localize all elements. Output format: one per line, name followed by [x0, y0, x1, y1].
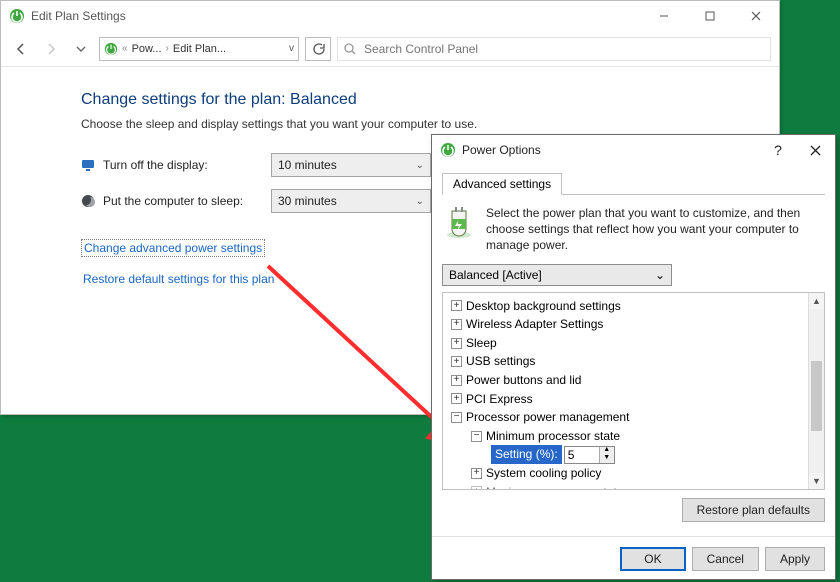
- recent-locations-button[interactable]: [69, 37, 93, 61]
- window-title: Edit Plan Settings: [31, 9, 126, 23]
- forward-button[interactable]: [39, 37, 63, 61]
- tree-item[interactable]: +USB settings: [445, 352, 806, 371]
- refresh-button[interactable]: [305, 37, 331, 61]
- expand-icon[interactable]: +: [451, 338, 462, 349]
- expand-icon[interactable]: +: [471, 468, 482, 479]
- power-plan-select[interactable]: Balanced [Active] ⌄: [442, 264, 672, 286]
- setting-label: Setting (%):: [491, 445, 562, 464]
- chevron-down-icon: ⌄: [416, 196, 424, 207]
- tree-item-setting: Setting (%): ▲ ▼: [445, 445, 806, 464]
- chevron-down-icon: ⌄: [655, 268, 665, 282]
- dialog-description-text: Select the power plan that you want to c…: [486, 205, 825, 254]
- scroll-thumb[interactable]: [811, 361, 822, 431]
- titlebar: Edit Plan Settings: [1, 1, 779, 31]
- search-input[interactable]: [362, 41, 764, 57]
- search-icon: [344, 43, 356, 55]
- setting-spinner[interactable]: ▲ ▼: [564, 446, 615, 464]
- expand-icon[interactable]: +: [451, 393, 462, 404]
- tree-item[interactable]: +Wireless Adapter Settings: [445, 315, 806, 334]
- settings-tree: +Desktop background settings +Wireless A…: [442, 292, 825, 490]
- dialog-footer: OK Cancel Apply: [432, 536, 835, 581]
- page-heading: Change settings for the plan: Balanced: [81, 91, 779, 109]
- close-button[interactable]: [733, 1, 779, 31]
- tree-item[interactable]: +Maximum processor state: [445, 483, 806, 489]
- turn-off-display-select[interactable]: 10 minutes ⌄: [271, 153, 431, 177]
- expand-icon[interactable]: +: [451, 375, 462, 386]
- display-icon: [81, 158, 95, 172]
- chevron-right-icon: ›: [166, 43, 169, 54]
- tree-item[interactable]: +Sleep: [445, 334, 806, 353]
- spinner-down-button[interactable]: ▼: [600, 455, 614, 463]
- dialog-body: Advanced settings Select the power plan …: [432, 165, 835, 536]
- address-dropdown-button[interactable]: v: [289, 43, 294, 54]
- select-value: 30 minutes: [278, 194, 337, 208]
- cancel-button[interactable]: Cancel: [692, 547, 759, 571]
- expand-icon[interactable]: +: [451, 356, 462, 367]
- breadcrumb-sep: «: [122, 43, 128, 54]
- expand-icon[interactable]: +: [471, 486, 482, 488]
- apply-button[interactable]: Apply: [765, 547, 825, 571]
- tree-item-processor-power[interactable]: −Processor power management: [445, 408, 806, 427]
- tree-item[interactable]: +Desktop background settings: [445, 297, 806, 316]
- select-value: 10 minutes: [278, 158, 337, 172]
- tree-item[interactable]: +Power buttons and lid: [445, 371, 806, 390]
- select-value: Balanced [Active]: [449, 268, 542, 282]
- power-options-dialog: Power Options ? Advanced settings Select…: [431, 134, 836, 580]
- ok-button[interactable]: OK: [620, 547, 685, 571]
- page-subheading: Choose the sleep and display settings th…: [81, 117, 779, 131]
- power-plan-icon: [440, 142, 456, 158]
- back-button[interactable]: [9, 37, 33, 61]
- expand-icon[interactable]: +: [451, 319, 462, 330]
- tree-item-min-processor-state[interactable]: −Minimum processor state: [445, 427, 806, 446]
- expand-icon[interactable]: +: [451, 300, 462, 311]
- moon-icon: [81, 194, 95, 208]
- dialog-titlebar: Power Options ?: [432, 135, 835, 165]
- scroll-down-button[interactable]: ▼: [809, 473, 824, 489]
- breadcrumb-item[interactable]: Pow...: [132, 43, 162, 55]
- chevron-down-icon: ⌄: [416, 160, 424, 171]
- change-advanced-settings-link[interactable]: Change advanced power settings: [81, 239, 265, 257]
- sleep-select[interactable]: 30 minutes ⌄: [271, 189, 431, 213]
- address-bar[interactable]: « Pow... › Edit Plan... v: [99, 37, 299, 61]
- dialog-description: Select the power plan that you want to c…: [442, 205, 825, 254]
- tree-item[interactable]: +System cooling policy: [445, 464, 806, 483]
- tab-advanced-settings[interactable]: Advanced settings: [442, 173, 562, 195]
- breadcrumb-item[interactable]: Edit Plan...: [173, 43, 226, 55]
- maximize-button[interactable]: [687, 1, 733, 31]
- turn-off-display-label: Turn off the display:: [103, 158, 208, 172]
- collapse-icon[interactable]: −: [471, 431, 482, 442]
- restore-default-settings-link[interactable]: Restore default settings for this plan: [81, 271, 276, 287]
- restore-plan-defaults-button[interactable]: Restore plan defaults: [682, 498, 825, 522]
- scroll-track[interactable]: [809, 309, 824, 473]
- close-button[interactable]: [795, 135, 835, 165]
- power-plan-icon: [104, 42, 118, 56]
- tree-item[interactable]: +PCI Express: [445, 390, 806, 409]
- setting-value-input[interactable]: [565, 448, 599, 462]
- sleep-label: Put the computer to sleep:: [103, 194, 243, 208]
- tab-bar: Advanced settings: [442, 173, 825, 195]
- help-button[interactable]: ?: [761, 135, 795, 165]
- dialog-title: Power Options: [462, 143, 541, 157]
- search-box[interactable]: [337, 37, 771, 61]
- collapse-icon[interactable]: −: [451, 412, 462, 423]
- tree-scrollbar[interactable]: ▲ ▼: [808, 293, 824, 489]
- minimize-button[interactable]: [641, 1, 687, 31]
- power-plan-icon: [9, 8, 25, 24]
- scroll-up-button[interactable]: ▲: [809, 293, 824, 309]
- power-plan-icon: [442, 205, 476, 239]
- toolbar: « Pow... › Edit Plan... v: [1, 31, 779, 67]
